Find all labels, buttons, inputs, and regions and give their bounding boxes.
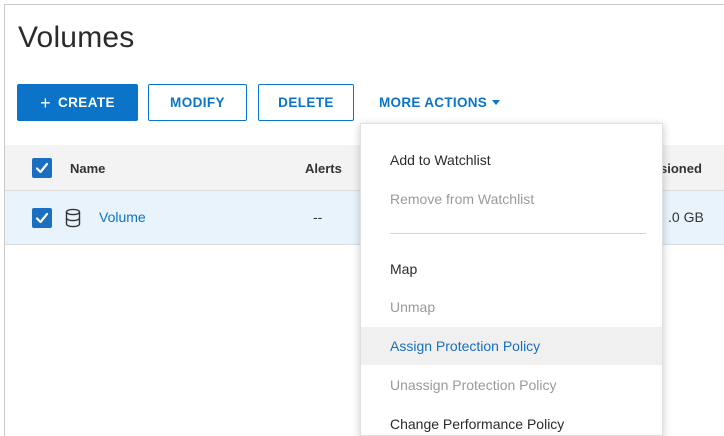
column-header-name[interactable]: Name <box>70 161 105 176</box>
menu-item-remove-from-watchlist[interactable]: Remove from Watchlist <box>361 180 662 218</box>
menu-item-change-performance-policy[interactable]: Change Performance Policy <box>361 405 662 435</box>
create-button[interactable]: + CREATE <box>17 84 138 121</box>
more-actions-label: MORE ACTIONS <box>379 95 488 110</box>
volume-provisioned-value: .0 GB <box>668 209 704 225</box>
select-all-checkbox[interactable] <box>32 158 52 178</box>
database-icon <box>65 208 81 228</box>
plus-icon: + <box>40 92 51 113</box>
create-button-label: CREATE <box>58 95 115 110</box>
menu-divider <box>390 233 646 234</box>
column-header-provisioned[interactable]: sioned <box>660 161 702 176</box>
row-checkbox[interactable] <box>32 208 52 228</box>
menu-item-unmap[interactable]: Unmap <box>361 288 662 326</box>
menu-item-assign-protection-policy[interactable]: Assign Protection Policy <box>361 327 662 365</box>
column-header-alerts[interactable]: Alerts <box>305 161 342 176</box>
modify-button-label: MODIFY <box>170 95 225 110</box>
more-actions-dropdown[interactable]: MORE ACTIONS <box>379 84 501 121</box>
check-icon <box>35 162 49 174</box>
volume-alerts-value: -- <box>313 209 323 225</box>
volume-name-link[interactable]: Volume <box>99 209 146 225</box>
modify-button[interactable]: MODIFY <box>148 84 247 121</box>
menu-item-map[interactable]: Map <box>361 250 662 288</box>
menu-item-add-to-watchlist[interactable]: Add to Watchlist <box>361 141 662 179</box>
page-title: Volumes <box>18 21 135 54</box>
more-actions-menu: Add to Watchlist Remove from Watchlist M… <box>360 123 663 436</box>
caret-down-icon <box>492 100 501 105</box>
menu-item-unassign-protection-policy[interactable]: Unassign Protection Policy <box>361 366 662 404</box>
delete-button[interactable]: DELETE <box>258 84 354 121</box>
check-icon <box>35 212 49 224</box>
delete-button-label: DELETE <box>278 95 334 110</box>
